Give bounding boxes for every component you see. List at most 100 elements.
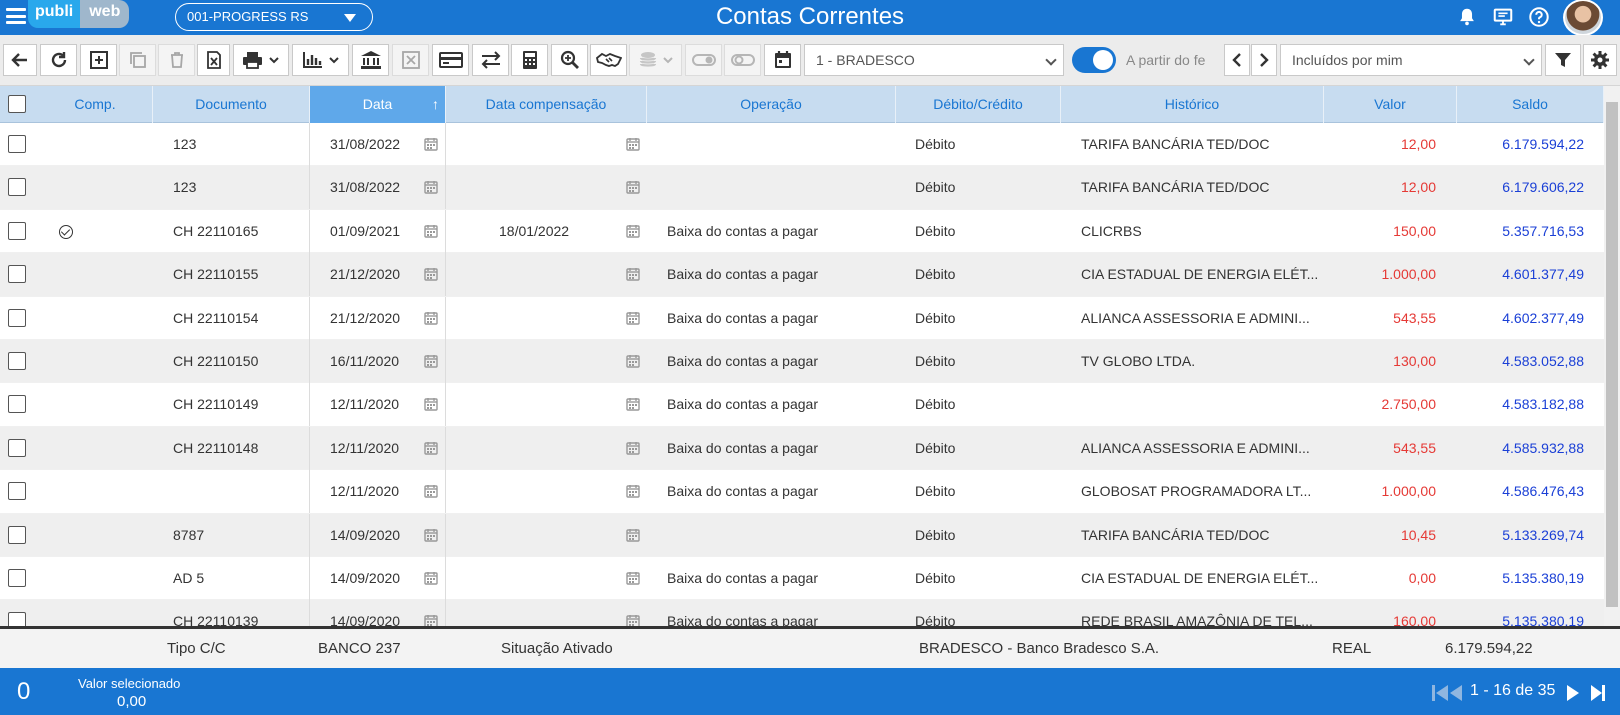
cell-debito-credito: Débito — [915, 396, 956, 413]
table-row[interactable]: 8787 14/09/2020 Débito TARIFA BANCÁRIA TED/… — [0, 513, 1604, 557]
calendar-icon[interactable] — [424, 484, 438, 498]
cell-operacao: Baixa do contas a pagar — [667, 570, 818, 586]
cancel-button[interactable] — [392, 44, 429, 76]
calendar-icon[interactable] — [424, 354, 438, 368]
summary-banco: BANCO 237 — [318, 640, 401, 657]
row-checkbox[interactable] — [8, 178, 26, 197]
toggle-off-button[interactable] — [724, 44, 761, 76]
column-header-valor[interactable]: Valor — [1324, 86, 1457, 123]
back-button[interactable] — [3, 44, 37, 76]
column-header-documento[interactable]: Documento — [153, 86, 310, 123]
next-period-button[interactable] — [1251, 44, 1277, 76]
avatar[interactable] — [1563, 0, 1603, 36]
add-button[interactable] — [80, 44, 117, 76]
calendar-icon[interactable] — [626, 441, 640, 455]
calendar-icon[interactable] — [626, 224, 640, 238]
print-button[interactable] — [233, 44, 289, 76]
bell-icon[interactable] — [1455, 6, 1479, 28]
scrollbar-thumb[interactable] — [1606, 102, 1618, 607]
calendar-icon[interactable] — [626, 571, 640, 585]
row-checkbox[interactable] — [8, 308, 26, 327]
card-button[interactable] — [432, 44, 469, 76]
vertical-scrollbar[interactable] — [1604, 86, 1620, 626]
calendar-icon[interactable] — [424, 571, 438, 585]
coins-button[interactable] — [629, 44, 682, 76]
table-row[interactable]: 12/11/2020 Baixa do contas a pagar Débito G… — [0, 470, 1604, 514]
table-row[interactable]: CH 22110148 12/11/2020 Baixa do contas a p… — [0, 426, 1604, 471]
table-row[interactable]: CH 22110149 12/11/2020 Baixa do contas a p… — [0, 383, 1604, 427]
calendar-icon[interactable] — [626, 614, 640, 626]
calendar-icon[interactable] — [626, 311, 640, 325]
calendar-icon[interactable] — [626, 137, 640, 151]
calendar-icon[interactable] — [424, 224, 438, 238]
calendar-button[interactable] — [764, 44, 801, 76]
row-checkbox[interactable] — [8, 265, 26, 284]
column-header-saldo[interactable]: Saldo — [1457, 86, 1604, 123]
calendar-icon[interactable] — [626, 180, 640, 195]
calendar-icon[interactable] — [424, 614, 438, 626]
calculator-button[interactable] — [511, 44, 548, 76]
table-row[interactable]: CH 22110139 14/09/2020 Baixa do contas a p… — [0, 600, 1604, 626]
select-all-checkbox[interactable] — [8, 95, 26, 113]
settings-button[interactable] — [1583, 44, 1617, 76]
calendar-icon[interactable] — [626, 267, 640, 281]
selected-value: 0,00 — [117, 693, 147, 710]
calendar-icon[interactable] — [424, 311, 438, 325]
last-page-icon[interactable] — [1589, 683, 1607, 703]
first-page-icon[interactable] — [1430, 683, 1466, 703]
row-checkbox[interactable] — [8, 352, 26, 370]
copy-button[interactable] — [119, 44, 156, 76]
calendar-icon[interactable] — [424, 528, 438, 542]
calendar-icon[interactable] — [626, 354, 640, 368]
table-row[interactable]: CH 22110150 16/11/2020 Baixa do contas a p… — [0, 340, 1604, 384]
row-checkbox[interactable] — [8, 438, 26, 457]
date-filter-toggle[interactable] — [1072, 47, 1116, 73]
calendar-icon[interactable] — [626, 397, 640, 412]
table-row[interactable]: 123 31/08/2022 Débito TARIFA BANCÁRIA TED/D… — [0, 166, 1604, 210]
calendar-icon[interactable] — [626, 528, 640, 542]
reconcile-button[interactable] — [590, 44, 627, 76]
table-row[interactable]: CH 22110165 01/09/2021 18/01/2022 Baixa do … — [0, 209, 1604, 254]
cell-debito-credito: Débito — [915, 136, 956, 152]
column-header-data[interactable]: Data ↑ — [310, 86, 446, 123]
help-icon[interactable] — [1527, 6, 1551, 28]
table-row[interactable]: 123 31/08/2022 Débito TARIFA BANCÁRIA TED/D… — [0, 123, 1604, 167]
next-page-icon[interactable] — [1565, 683, 1581, 703]
row-checkbox[interactable] — [8, 482, 26, 501]
bank-button[interactable] — [352, 44, 389, 76]
reports-button[interactable] — [292, 44, 349, 76]
column-header-operacao[interactable]: Operação — [647, 86, 896, 123]
calendar-icon[interactable] — [424, 441, 438, 455]
calendar-icon[interactable] — [626, 484, 640, 498]
account-summary: Tipo C/C BANCO 237 Situação Ativado BRAD… — [0, 626, 1620, 668]
table-row[interactable]: CH 22110154 21/12/2020 Baixa do contas a p… — [0, 296, 1604, 340]
table-row[interactable]: AD 5 14/09/2020 Baixa do contas a pagar Déb… — [0, 557, 1604, 601]
monitor-icon[interactable] — [1491, 6, 1515, 28]
search-button[interactable] — [551, 44, 588, 76]
user-filter-select[interactable]: Incluídos por mim — [1280, 44, 1542, 76]
refresh-button[interactable] — [40, 44, 77, 76]
row-checkbox[interactable] — [8, 612, 26, 626]
delete-button[interactable] — [158, 44, 195, 76]
calendar-icon[interactable] — [424, 180, 438, 195]
transfer-button[interactable] — [472, 44, 509, 76]
excel-button[interactable] — [197, 44, 230, 76]
column-header-data-compensacao[interactable]: Data compensação — [446, 86, 647, 123]
prev-period-button[interactable] — [1224, 44, 1250, 76]
row-checkbox[interactable] — [8, 221, 26, 240]
table-row[interactable]: CH 22110155 21/12/2020 Baixa do contas a p… — [0, 253, 1604, 297]
calendar-icon[interactable] — [424, 267, 438, 281]
row-checkbox[interactable] — [8, 525, 26, 544]
column-header-comp[interactable]: Comp. — [38, 86, 153, 123]
bank-select[interactable]: 1 - BRADESCO — [804, 44, 1064, 76]
filter-button[interactable] — [1545, 44, 1581, 76]
column-header-debito-credito[interactable]: Débito/Crédito — [896, 86, 1061, 123]
cell-valor: 150,00 — [1393, 222, 1436, 239]
column-header-historico[interactable]: Histórico — [1061, 86, 1324, 123]
row-checkbox[interactable] — [8, 395, 26, 414]
row-checkbox[interactable] — [8, 135, 26, 153]
toggle-on-button[interactable] — [685, 44, 722, 76]
row-checkbox[interactable] — [8, 569, 26, 587]
calendar-icon[interactable] — [424, 137, 438, 151]
calendar-icon[interactable] — [424, 397, 438, 412]
